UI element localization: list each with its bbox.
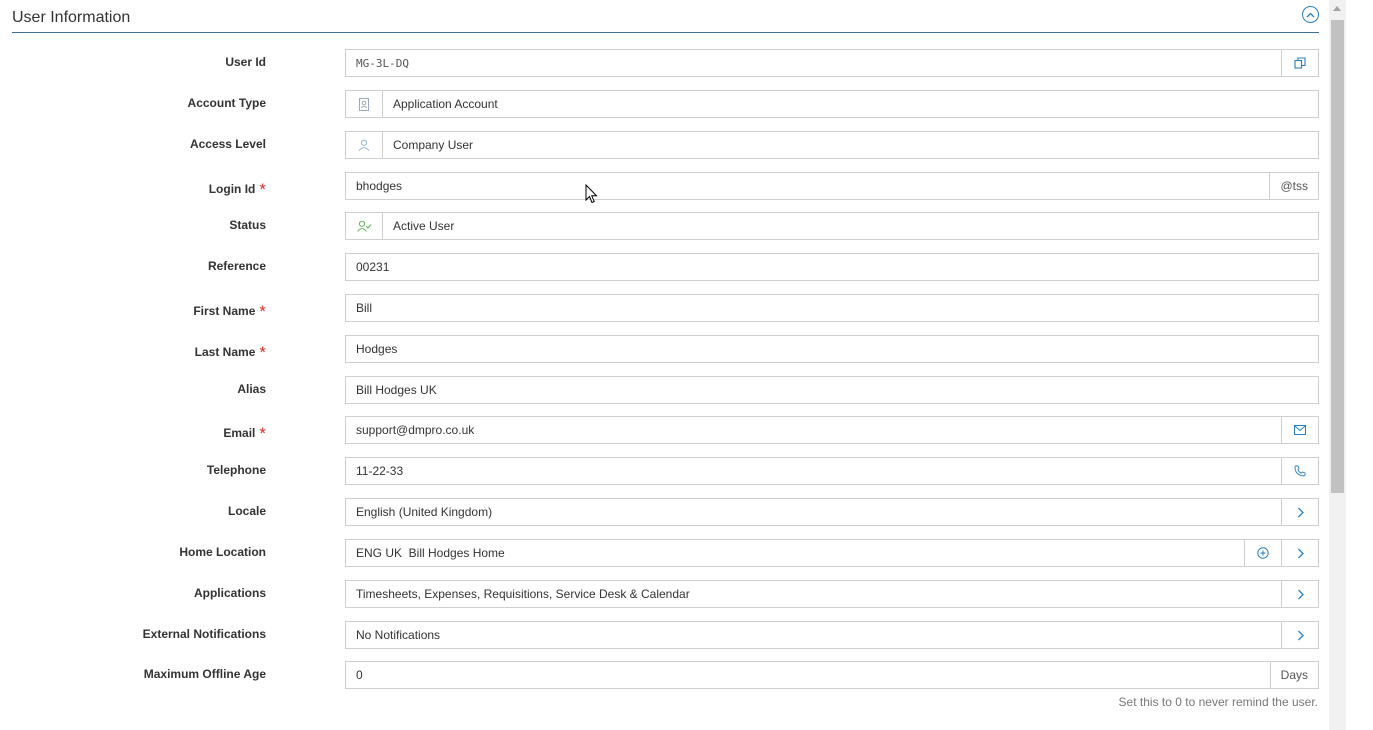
- alias-label: Alias: [237, 382, 266, 396]
- email-value[interactable]: support@dmpro.co.uk: [346, 417, 1281, 443]
- row-account-type: Account Type Application Account: [0, 90, 1319, 118]
- external-notifications-value: No Notifications: [356, 628, 441, 642]
- copy-icon: [1294, 57, 1306, 69]
- section-header: User Information: [12, 0, 1319, 33]
- login-id-domain-suffix: @tss: [1269, 173, 1318, 199]
- max-offline-age-label: Maximum Offline Age: [143, 667, 266, 681]
- call-button[interactable]: [1281, 458, 1318, 484]
- plus-circle-icon: [1257, 547, 1269, 559]
- row-telephone: Telephone 11-22-33: [0, 457, 1319, 485]
- row-first-name: First Name * Bill: [0, 294, 1319, 322]
- first-name-label: First Name *: [193, 302, 266, 321]
- login-id-field[interactable]: bhodges @tss: [345, 172, 1319, 200]
- user-id-label: User Id: [225, 55, 266, 69]
- home-location-value: ENG UK Bill Hodges Home: [356, 546, 505, 560]
- mail-icon: [1294, 425, 1306, 435]
- row-locale: Locale English (United Kingdom): [0, 498, 1319, 526]
- locale-field[interactable]: English (United Kingdom): [345, 498, 1319, 526]
- access-level-value: Company User: [393, 138, 474, 152]
- first-name-value[interactable]: Bill: [346, 295, 1318, 321]
- account-type-value: Application Account: [393, 97, 498, 111]
- home-location-select-button[interactable]: [1281, 540, 1318, 566]
- row-user-id: User Id MG-3L-DQ: [0, 49, 1319, 77]
- user-check-icon: [346, 213, 383, 239]
- row-reference: Reference 00231: [0, 253, 1319, 281]
- account-type-label: Account Type: [187, 96, 266, 110]
- status-field: Active User: [345, 212, 1319, 240]
- copy-button[interactable]: [1281, 50, 1318, 76]
- first-name-field[interactable]: Bill: [345, 294, 1319, 322]
- external-notifications-label: External Notifications: [142, 627, 266, 641]
- applications-label: Applications: [193, 586, 266, 600]
- locale-select-button[interactable]: [1281, 499, 1318, 525]
- required-marker: *: [259, 302, 266, 321]
- email-field[interactable]: support@dmpro.co.uk: [345, 416, 1319, 444]
- row-status: Status Active User: [0, 212, 1319, 240]
- scroll-up-arrow-icon[interactable]: [1333, 6, 1341, 11]
- row-last-name: Last Name * Hodges: [0, 335, 1319, 363]
- section-title: User Information: [12, 9, 131, 26]
- login-id-label: Login Id *: [208, 180, 266, 199]
- send-email-button[interactable]: [1281, 417, 1318, 443]
- required-marker: *: [259, 343, 266, 362]
- required-marker: *: [259, 180, 266, 199]
- row-login-id: Login Id * bhodges @tss: [0, 172, 1319, 200]
- row-home-location: Home Location ENG UK Bill Hodges Home: [0, 539, 1319, 567]
- max-offline-age-value[interactable]: 0: [346, 662, 1270, 688]
- applications-field[interactable]: Timesheets, Expenses, Requisitions, Serv…: [345, 580, 1319, 608]
- phone-icon: [1294, 465, 1306, 477]
- last-name-label: Last Name *: [194, 343, 266, 362]
- telephone-value[interactable]: 11-22-33: [346, 458, 1281, 484]
- row-alias: Alias Bill Hodges UK: [0, 376, 1319, 404]
- days-unit-suffix: Days: [1269, 662, 1318, 688]
- login-id-value[interactable]: bhodges: [346, 173, 1269, 199]
- last-name-field[interactable]: Hodges: [345, 335, 1319, 363]
- row-email: Email * support@dmpro.co.uk: [0, 416, 1319, 444]
- user-id-value: MG-3L-DQ: [356, 56, 409, 70]
- id-badge-icon: [346, 91, 383, 117]
- external-notifications-select-button[interactable]: [1281, 622, 1318, 648]
- scrollbar-thumb[interactable]: [1331, 20, 1344, 493]
- chevron-right-icon: [1297, 548, 1304, 558]
- row-external-notifications: External Notifications No Notifications: [0, 621, 1319, 649]
- external-notifications-field[interactable]: No Notifications: [345, 621, 1319, 649]
- add-location-button[interactable]: [1244, 540, 1281, 566]
- chevron-right-icon: [1297, 507, 1304, 517]
- status-value: Active User: [393, 219, 455, 233]
- email-label: Email *: [223, 424, 266, 443]
- reference-field[interactable]: 00231: [345, 253, 1319, 281]
- vertical-scrollbar[interactable]: [1329, 0, 1346, 730]
- telephone-label: Telephone: [206, 463, 266, 477]
- user-id-field: MG-3L-DQ: [345, 49, 1319, 77]
- chevron-right-icon: [1297, 589, 1304, 599]
- locale-value: English (United Kingdom): [356, 505, 493, 519]
- home-location-field[interactable]: ENG UK Bill Hodges Home: [345, 539, 1319, 567]
- alias-value[interactable]: Bill Hodges UK: [346, 377, 1318, 403]
- home-location-label: Home Location: [179, 545, 266, 559]
- alias-field[interactable]: Bill Hodges UK: [345, 376, 1319, 404]
- chevron-right-icon: [1297, 630, 1304, 640]
- access-level-label: Access Level: [189, 137, 266, 151]
- reference-label: Reference: [207, 259, 266, 273]
- status-label: Status: [229, 218, 266, 232]
- reference-value[interactable]: 00231: [346, 254, 1318, 280]
- applications-select-button[interactable]: [1281, 581, 1318, 607]
- last-name-value[interactable]: Hodges: [346, 336, 1318, 362]
- account-type-field: Application Account: [345, 90, 1319, 118]
- row-access-level: Access Level Company User: [0, 131, 1319, 159]
- row-applications: Applications Timesheets, Expenses, Requi…: [0, 580, 1319, 608]
- locale-label: Locale: [227, 504, 266, 518]
- collapse-icon[interactable]: [1302, 6, 1319, 23]
- max-offline-age-hint: Set this to 0 to never remind the user.: [1118, 695, 1318, 709]
- row-max-offline-age: Maximum Offline Age 0 Days: [0, 661, 1319, 689]
- telephone-field[interactable]: 11-22-33: [345, 457, 1319, 485]
- mouse-pointer-icon: [585, 184, 598, 204]
- applications-value: Timesheets, Expenses, Requisitions, Serv…: [356, 587, 690, 601]
- access-level-field: Company User: [345, 131, 1319, 159]
- max-offline-age-field[interactable]: 0 Days: [345, 661, 1319, 689]
- required-marker: *: [259, 424, 266, 443]
- user-icon: [346, 132, 383, 158]
